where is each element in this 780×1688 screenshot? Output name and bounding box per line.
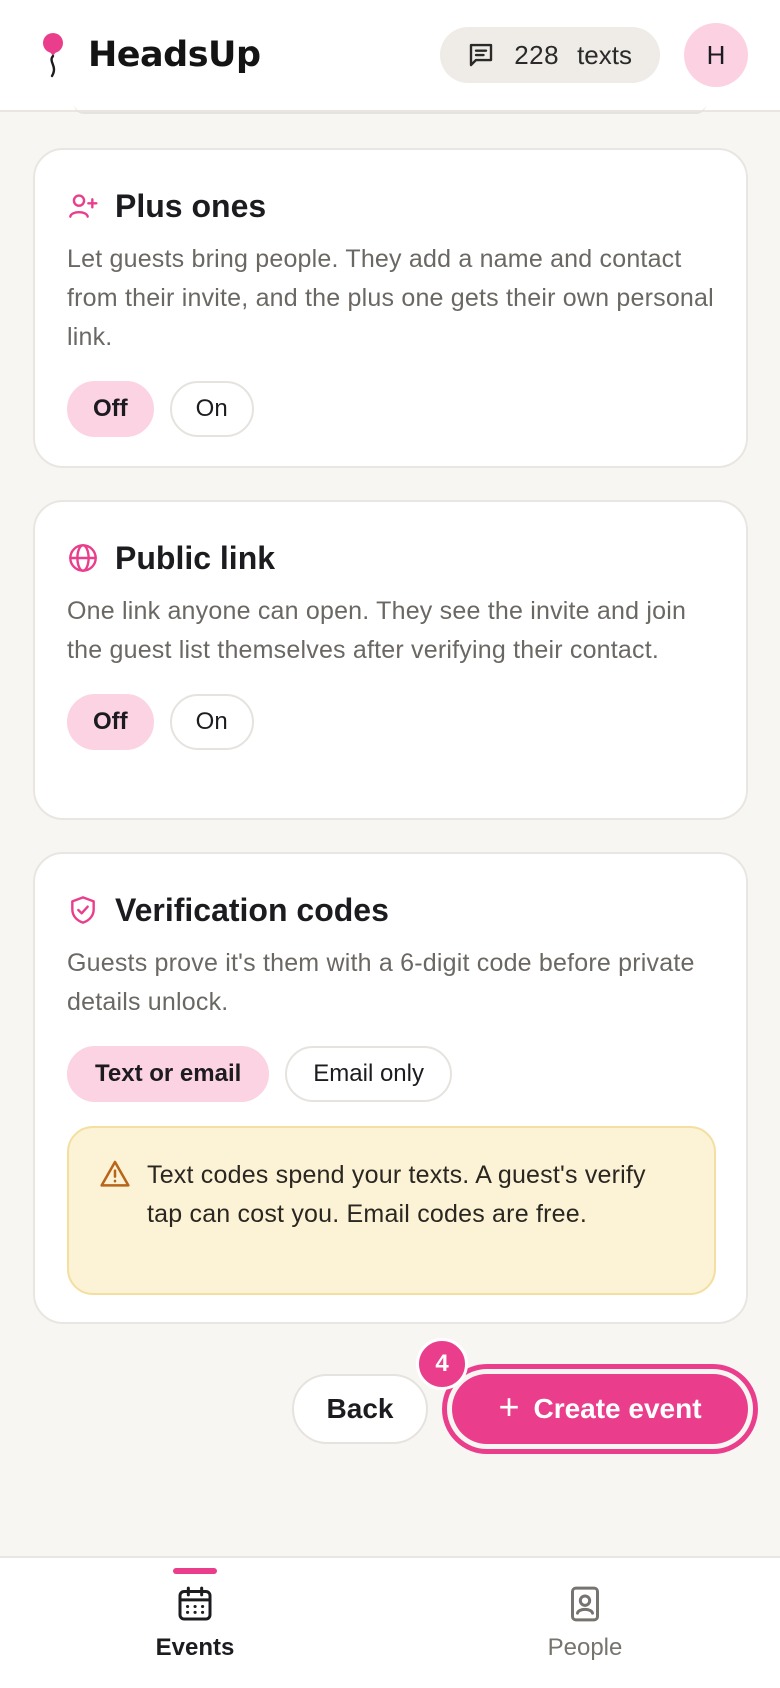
app-name: HeadsUp: [88, 35, 261, 75]
texts-cost-warning: Text codes spend your texts. A guest's v…: [67, 1126, 716, 1295]
texts-balance-pill[interactable]: 228 texts: [440, 27, 660, 83]
plus-ones-off-option[interactable]: Off: [67, 381, 154, 437]
warning-text: Text codes spend your texts. A guest's v…: [147, 1161, 646, 1228]
balloon-logo-icon: [43, 33, 63, 78]
top-app-bar: HeadsUp 228 texts H: [0, 0, 780, 112]
previous-card-edge: [74, 104, 706, 114]
texts-count: 228: [514, 39, 560, 70]
active-tab-indicator: [173, 1568, 217, 1574]
back-button[interactable]: Back: [292, 1374, 428, 1444]
warning-triangle-icon: [100, 1160, 130, 1187]
create-event-label: Create event: [533, 1393, 702, 1424]
public-link-card: Public link One link anyone can open. Th…: [33, 500, 748, 820]
nav-people[interactable]: People: [390, 1558, 780, 1688]
public-link-on-option[interactable]: On: [169, 694, 254, 750]
avatar[interactable]: H: [684, 23, 748, 87]
card-description: Guests prove it's them with a 6-digit co…: [67, 949, 695, 1016]
plus-ones-on-option[interactable]: On: [169, 381, 254, 437]
card-title: Plus ones: [115, 187, 267, 224]
card-title: Public link: [115, 539, 276, 576]
public-link-off-option[interactable]: Off: [67, 694, 154, 750]
message-icon: [470, 43, 493, 67]
nav-people-label: People: [547, 1634, 623, 1661]
nav-events-label: Events: [155, 1634, 235, 1661]
plus-icon: +: [498, 1386, 520, 1427]
create-event-button[interactable]: + Create event: [452, 1374, 748, 1444]
public-link-options: Off On: [67, 694, 714, 750]
card-description: Let guests bring people. They add a name…: [67, 245, 714, 351]
contact-book-icon: [571, 1586, 599, 1622]
plus-ones-options: Off On: [67, 381, 714, 437]
verification-options: Text or email Email only: [67, 1046, 714, 1102]
shield-check-icon: [71, 896, 95, 924]
user-plus-icon: [69, 194, 98, 218]
verification-codes-card: Verification codes Guests prove it's the…: [33, 852, 748, 1324]
card-title: Verification codes: [115, 891, 389, 928]
globe-icon: [69, 544, 97, 572]
calendar-icon: [178, 1586, 212, 1621]
bottom-navigation: Events People: [0, 1556, 780, 1688]
card-description: One link anyone can open. They see the i…: [67, 597, 687, 664]
text-or-email-option[interactable]: Text or email: [67, 1046, 270, 1102]
texts-label: texts: [577, 39, 632, 70]
plus-ones-card: Plus ones Let guests bring people. They …: [33, 148, 748, 468]
nav-events[interactable]: Events: [0, 1558, 390, 1688]
step-badge: 4: [416, 1338, 468, 1390]
email-only-option[interactable]: Email only: [285, 1046, 452, 1102]
brand[interactable]: HeadsUp: [36, 30, 261, 80]
